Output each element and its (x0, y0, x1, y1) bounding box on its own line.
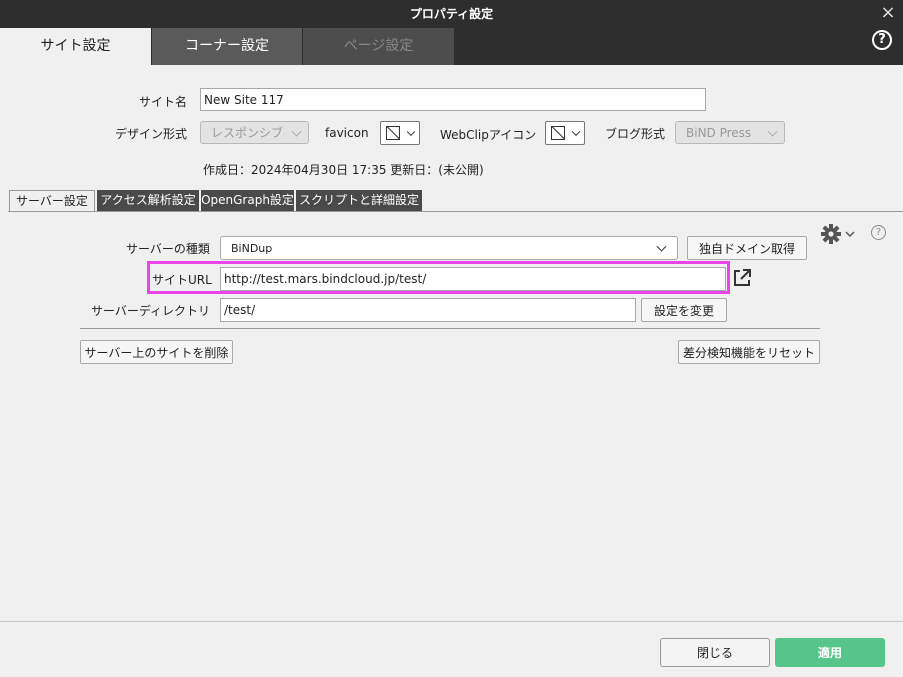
server-dir-input[interactable]: /test/ (220, 298, 636, 322)
delete-site-button[interactable]: サーバー上のサイトを削除 (80, 340, 233, 364)
favicon-label: favicon (325, 126, 369, 140)
chevron-down-icon (656, 241, 667, 252)
server-type-label: サーバーの種類 (126, 242, 210, 256)
webclip-label: WebClipアイコン (440, 128, 537, 142)
chevron-down-icon (291, 126, 302, 137)
chevron-down-icon (571, 127, 581, 137)
no-image-icon (386, 126, 400, 140)
help-small-icon[interactable]: ? (871, 225, 886, 240)
close-button[interactable]: 閉じる (660, 638, 770, 667)
tab-page-settings[interactable]: ページ設定 (303, 28, 454, 65)
site-url-input[interactable]: http://test.mars.bindcloud.jp/test/ (220, 267, 726, 291)
server-type-value: BiNDup (231, 241, 273, 255)
reset-diff-button[interactable]: 差分検知機能をリセット (678, 340, 820, 364)
dates-text: 作成日：2024年04月30日 17:35 更新日：(未公開) (203, 163, 484, 177)
help-icon[interactable]: ? (872, 30, 892, 50)
subtab-divider (8, 211, 903, 212)
chevron-down-icon (406, 127, 416, 137)
design-label: デザイン形式 (115, 127, 188, 141)
tab-access-analysis[interactable]: アクセス解析設定 (97, 190, 199, 211)
blog-select[interactable]: BiND Press (675, 121, 785, 144)
server-dir-label: サーバーディレクトリ (91, 304, 211, 318)
webclip-select[interactable] (545, 121, 585, 145)
change-settings-button[interactable]: 設定を変更 (641, 298, 727, 322)
tab-script-details[interactable]: スクリプトと詳細設定 (296, 190, 422, 211)
tab-site-settings[interactable]: サイト設定 (0, 28, 151, 65)
external-link-icon[interactable] (732, 268, 752, 288)
section-divider (80, 328, 820, 329)
chevron-down-icon (767, 126, 778, 137)
main-tab-bar: サイト設定 コーナー設定 ページ設定 ? (0, 28, 903, 65)
no-image-icon (551, 126, 565, 140)
tab-corner-settings[interactable]: コーナー設定 (152, 28, 302, 65)
tab-server-settings[interactable]: サーバー設定 (9, 190, 95, 212)
site-name-input[interactable]: New Site 117 (200, 88, 706, 111)
favicon-select[interactable] (380, 121, 420, 145)
site-name-label: サイト名 (139, 95, 188, 109)
apply-button[interactable]: 適用 (775, 638, 885, 667)
get-domain-button[interactable]: 独自ドメイン取得 (687, 236, 807, 260)
design-select[interactable]: レスポンシブ (200, 121, 309, 144)
title-bar: プロパティ設定 (0, 0, 903, 28)
design-select-value: レスポンシブ (211, 126, 284, 140)
close-icon[interactable]: × (879, 4, 897, 22)
footer-divider (0, 621, 903, 622)
gear-icon[interactable] (821, 223, 855, 245)
server-type-select[interactable]: BiNDup (220, 236, 678, 260)
window-title: プロパティ設定 (409, 7, 494, 21)
tab-opengraph[interactable]: OpenGraph設定 (201, 190, 294, 211)
blog-label: ブログ形式 (605, 127, 666, 141)
blog-select-value: BiND Press (686, 125, 752, 140)
site-url-label: サイトURL (152, 273, 212, 287)
